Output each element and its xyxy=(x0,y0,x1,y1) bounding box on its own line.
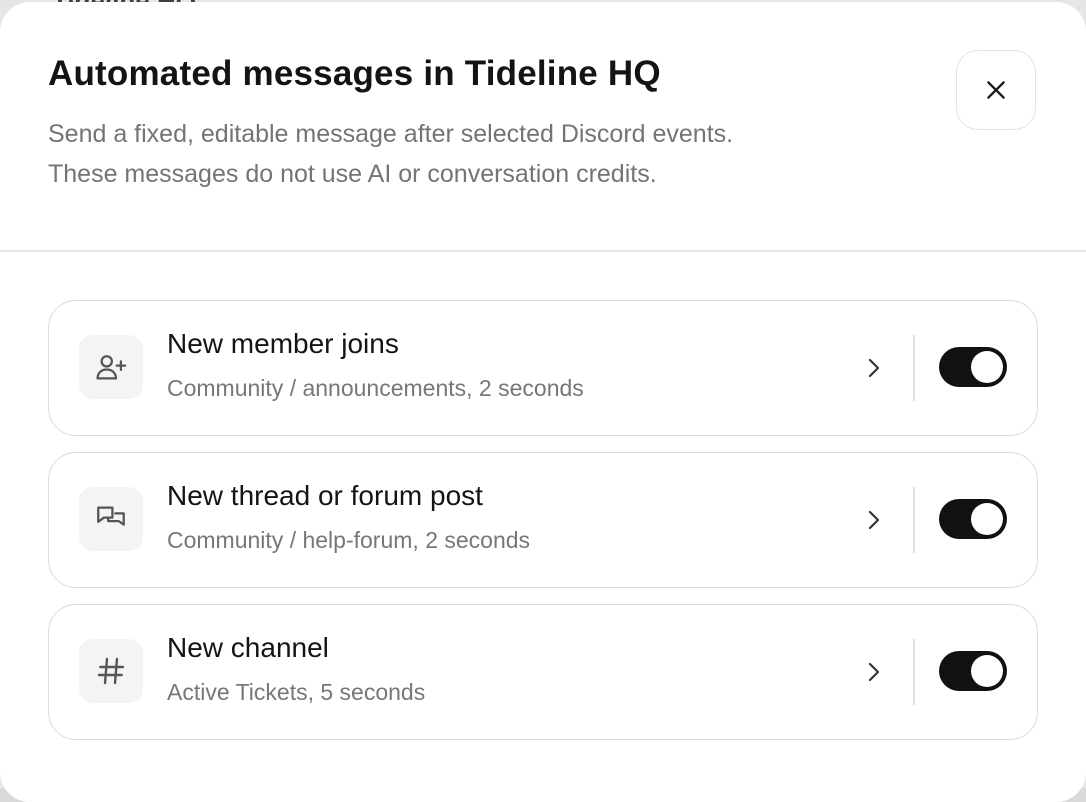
hash-icon xyxy=(79,639,143,703)
automation-title: New channel xyxy=(167,632,329,663)
enable-toggle-new-thread[interactable] xyxy=(939,499,1007,539)
automation-subtitle: Community / announcements, 2 seconds xyxy=(167,375,584,401)
modal-description-line: Send a fixed, editable message after sel… xyxy=(48,120,734,148)
user-plus-icon xyxy=(79,335,143,399)
automation-card-new-member-joins[interactable]: New member joins Community / announcemen… xyxy=(48,300,1038,436)
card-separator xyxy=(913,487,915,553)
chevron-right-icon[interactable] xyxy=(859,505,889,535)
automation-subtitle: Active Tickets, 5 seconds xyxy=(167,679,426,705)
enable-toggle-new-member-joins[interactable] xyxy=(939,347,1007,387)
automation-title: New thread or forum post xyxy=(167,480,483,511)
header-divider xyxy=(0,250,1086,252)
automation-card-new-channel[interactable]: New channel Active Tickets, 5 seconds xyxy=(48,604,1038,740)
toggle-knob xyxy=(971,503,1003,535)
automated-messages-modal: Automated messages in Tideline HQ Send a… xyxy=(0,2,1086,802)
enable-toggle-new-channel[interactable] xyxy=(939,651,1007,691)
close-button[interactable] xyxy=(956,50,1036,130)
automation-card-new-thread[interactable]: New thread or forum post Community / hel… xyxy=(48,452,1038,588)
modal-description-line: These messages do not use AI or conversa… xyxy=(48,160,657,188)
toggle-knob xyxy=(971,655,1003,687)
card-separator xyxy=(913,639,915,705)
automation-subtitle: Community / help-forum, 2 seconds xyxy=(167,527,531,553)
chevron-right-icon[interactable] xyxy=(859,353,889,383)
modal-description: Send a fixed, editable message after sel… xyxy=(48,114,928,194)
close-icon xyxy=(987,81,1005,99)
automation-title: New member joins xyxy=(167,328,399,359)
chevron-right-icon[interactable] xyxy=(859,657,889,687)
modal-title: Automated messages in Tideline HQ xyxy=(48,54,661,93)
card-separator xyxy=(913,335,915,401)
toggle-knob xyxy=(971,351,1003,383)
chat-bubbles-icon xyxy=(79,487,143,551)
